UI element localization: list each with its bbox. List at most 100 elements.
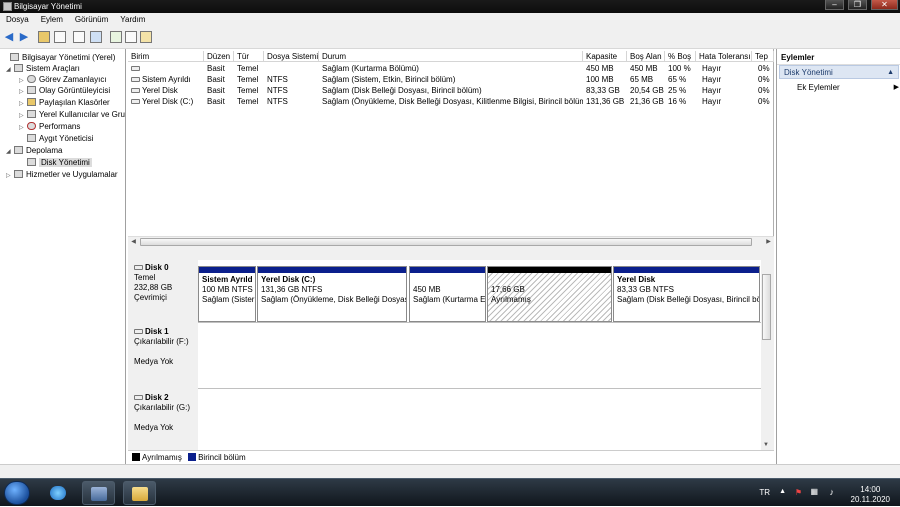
folder-icon [27,98,36,106]
disk-1-lane [198,322,761,388]
tree-item-storage[interactable]: ◢ Depolama [6,145,62,156]
disk-label-0[interactable]: Disk 0 Temel 232,88 GB Çevrimiçi [130,260,196,322]
status-bar [0,464,900,478]
disk-view-vscrollbar[interactable]: ▼ [761,262,772,448]
users-icon [27,110,36,118]
minimize-button[interactable]: ‒ [825,0,844,10]
menu-bar: Dosya Eylem Görünüm Yardım [0,13,900,27]
disk-icon [27,158,36,166]
folder-icon [132,487,148,501]
volume-list: Birim Düzen Tür Dosya Sistemi Durum Kapa… [128,49,774,247]
clock-time: 14:00 [860,485,881,494]
menu-gorunum[interactable]: Görünüm [75,15,108,24]
disk-2-lane [198,388,761,450]
volume-icon [131,88,140,93]
computer-management-icon [91,487,107,501]
scroll-down-icon[interactable]: ▼ [763,442,769,448]
removable-disk-icon [134,395,143,400]
browser-icon [50,486,66,500]
action-more-actions[interactable]: Ek Eylemler ▶ [797,82,899,94]
menu-yardim[interactable]: Yardım [120,15,145,24]
properties-icon[interactable] [73,31,85,43]
volume-icon [131,66,140,71]
actions-header: Eylemler [777,51,900,65]
unallocated-swatch [132,453,140,461]
device-icon [27,134,36,142]
column-header[interactable]: Durum [319,51,583,62]
partition-recovery[interactable]: 450 MB Sağlam (Kurtarma E [409,266,486,322]
volume-icon[interactable]: ♪ [830,487,835,497]
tree-item-task-scheduler[interactable]: ▷ Görev Zamanlayıcı [19,74,107,85]
column-header[interactable]: Düzen [204,51,234,62]
network-icon[interactable]: ▦ [810,487,818,496]
tree-item-device-manager[interactable]: Aygıt Yöneticisi [19,133,93,144]
collapse-icon[interactable]: ▲ [887,66,894,80]
table-row[interactable]: Sistem Ayrıldı Basit Temel NTFS Sağlam (… [128,74,774,85]
tree-item-local-users[interactable]: ▷ Yerel Kullanıcılar ve Gru [19,109,125,120]
tree-item-computer-management[interactable]: Bilgisayar Yönetimi (Yerel) [2,52,115,63]
volume-icon [131,99,140,104]
language-indicator[interactable]: TR [759,488,770,497]
tools-icon [14,64,23,72]
tree-item-shared-folders[interactable]: ▷ Paylaşılan Klasörler [19,97,110,108]
table-row[interactable]: Yerel Disk Basit Temel NTFS Sağlam (Disk… [128,85,774,96]
table-row[interactable]: Yerel Disk (C:) Basit Temel NTFS Sağlam … [128,96,774,107]
forward-icon[interactable]: ▶ [18,31,30,43]
disk-0-lane: Sistem Ayrıld 100 MB NTFS Sağlam (Sister Y… [198,260,761,322]
menu-eylem[interactable]: Eylem [41,15,63,24]
close-button[interactable]: ✕ [871,0,898,10]
volume-icon [131,77,140,82]
toolbar: ◀ ▶ [0,27,900,49]
app-icon [3,2,12,11]
check-icon[interactable] [140,31,152,43]
console-tree-icon[interactable] [54,31,66,43]
maximize-button[interactable]: ❐ [848,0,867,10]
tree-item-event-viewer[interactable]: ▷ Olay Görüntüleyicisi [19,85,110,96]
menu-dosya[interactable]: Dosya [6,15,29,24]
show-hidden-icon[interactable]: ▲ [779,488,786,495]
table-row[interactable]: Basit Temel Sağlam (Kurtarma Bölümü) 450… [128,63,774,74]
column-header[interactable]: Kapasite [583,51,627,62]
tree-item-disk-management[interactable]: Disk Yönetimi [19,157,92,168]
taskbar-explorer[interactable] [123,481,156,505]
tree-item-system-tools[interactable]: ◢ Sistem Araçları [6,63,80,74]
scroll-thumb[interactable] [140,238,752,246]
scroll-thumb[interactable] [762,274,771,340]
legend: Ayrılmamış Birincil bölüm [128,450,774,464]
partition-system-reserved[interactable]: Sistem Ayrıld 100 MB NTFS Sağlam (Sister [198,266,256,322]
column-header[interactable]: Birim [128,51,204,62]
column-header[interactable]: Boş Alan [627,51,665,62]
partition-c-drive[interactable]: Yerel Disk (C:) 131,36 GB NTFS Sağlam (Öny… [257,266,407,322]
legend-primary: Birincil bölüm [198,453,246,462]
back-icon[interactable]: ◀ [3,31,15,43]
column-header[interactable]: Tür [234,51,264,62]
flag-icon[interactable]: ⚑ [795,488,802,497]
clock-date: 20.11.2020 [850,495,890,504]
pane-splitter[interactable] [128,247,774,254]
partition-local-disk[interactable]: Yerel Disk 83,33 GB NTFS Sağlam (Disk Bell… [613,266,760,322]
hard-disk-icon [134,265,143,270]
column-header[interactable]: % Boş [665,51,696,62]
actions-section-disk-management[interactable]: Disk Yönetimi ▲ [779,65,899,79]
performance-icon [27,122,36,130]
disk-label-2[interactable]: Disk 2 Çıkarılabilir (G:) Medya Yok [130,390,196,448]
settings-icon[interactable] [125,31,137,43]
partition-unallocated[interactable]: 17,66 GB Ayrılmamış [487,266,612,322]
up-folder-icon[interactable] [38,31,50,43]
help-icon[interactable] [110,31,122,43]
column-header[interactable]: Dosya Sistemi [264,51,319,62]
tree-item-services-apps[interactable]: ▷ Hizmetler ve Uygulamalar [6,169,118,180]
volume-list-hscrollbar[interactable]: ◀ ▶ [128,236,774,247]
column-header[interactable]: Hata Toleransı [696,51,752,62]
actions-pane: Eylemler Disk Yönetimi ▲ Ek Eylemler ▶ [776,49,900,464]
taskbar: TR ▲ ⚑ ▦ ♪ 14:00 20.11.2020 [0,478,900,506]
taskbar-ie[interactable] [42,481,75,505]
tree-item-performance[interactable]: ▷ Performans [19,121,80,132]
disk-label-1[interactable]: Disk 1 Çıkarılabilir (F:) Medya Yok [130,324,196,386]
clock[interactable]: 14:00 20.11.2020 [851,485,890,505]
column-header[interactable]: Tep [752,51,774,62]
taskbar-computer-management[interactable] [82,481,115,505]
start-button[interactable] [4,481,30,505]
refresh-icon[interactable] [90,31,102,43]
event-icon [27,86,36,94]
